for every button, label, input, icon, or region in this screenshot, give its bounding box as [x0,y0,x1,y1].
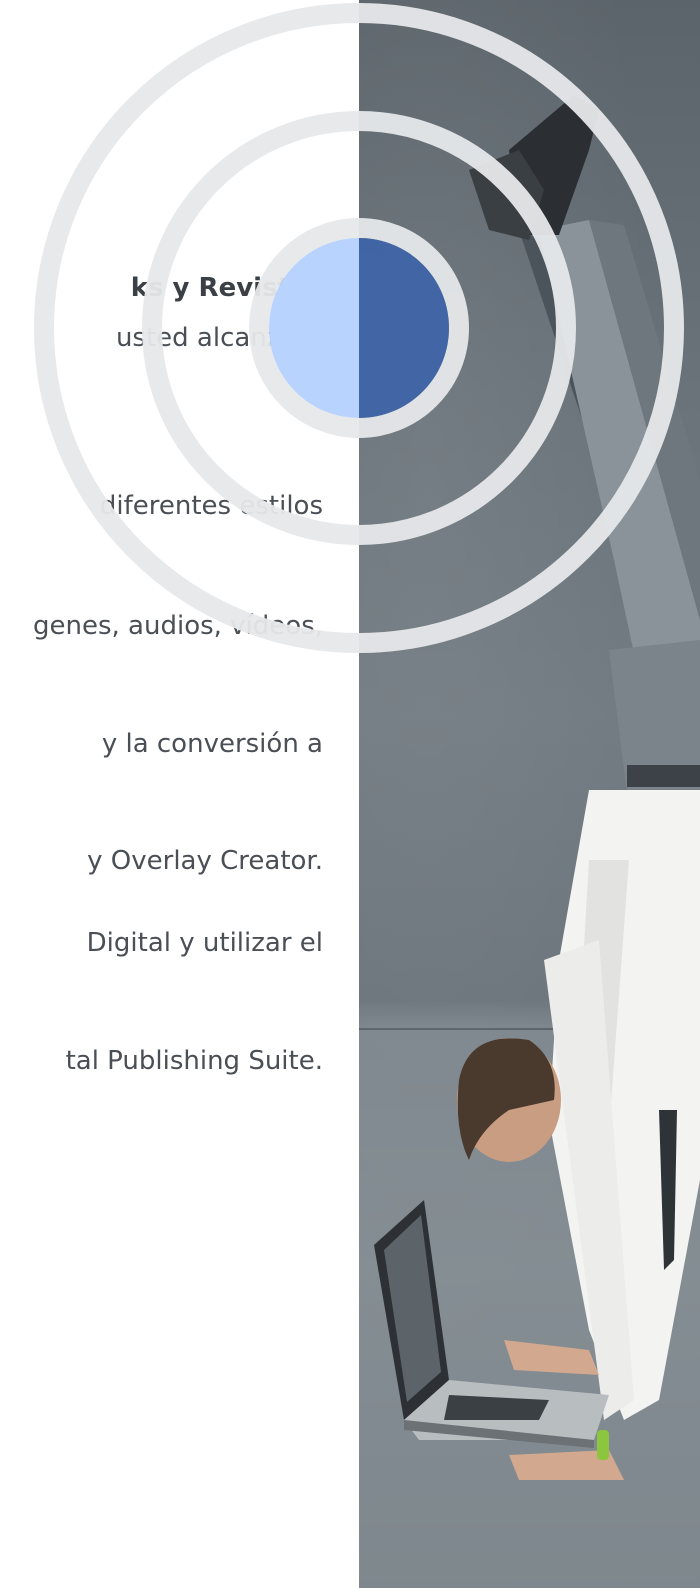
objective-line-1: usted alcanzará [115,323,323,353]
photo-illustration [359,95,700,1588]
handstand-businessman-photo [359,0,700,1588]
page: ks y Revistas usted alcanzará diferentes… [0,0,700,1588]
objective-line-5: y Overlay Creator. [87,846,323,876]
objective-line-7: tal Publishing Suite. [65,1046,323,1076]
objective-line-2: diferentes estilos [99,491,323,521]
objectives-text-column: ks y Revistas usted alcanzará diferentes… [0,0,359,1588]
objectives-heading-fragment: ks y Revistas [130,273,323,303]
objective-line-3: genes, audios, vídeos, [33,611,323,641]
objective-line-4: y la conversión a [101,729,323,759]
objective-line-6: Digital y utilizar el [86,928,323,958]
